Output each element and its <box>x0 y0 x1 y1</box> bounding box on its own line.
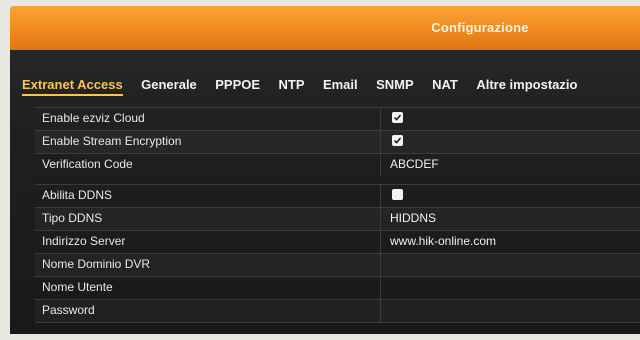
enable-ddns-checkbox[interactable] <box>392 189 403 200</box>
setting-row-enable-ddns: Abilita DDNS <box>35 184 640 207</box>
setting-row-verification-code: Verification Code ABCDEF <box>35 153 640 176</box>
ezviz-cloud-checkbox[interactable] <box>392 112 403 123</box>
checkmark-icon <box>393 137 402 144</box>
tab-snmp[interactable]: SNMP <box>376 77 414 94</box>
tab-bar: Extranet Access Generale PPPOE NTP Email… <box>22 76 591 96</box>
setting-label: Enable Stream Encryption <box>42 134 182 148</box>
server-address-input[interactable]: www.hik-online.com <box>390 234 496 248</box>
settings-panel: Enable ezviz Cloud Enable Stream Encrypt… <box>35 101 640 326</box>
tab-altre-impostazioni[interactable]: Altre impostazio <box>476 77 577 94</box>
ddns-type-select[interactable]: HIDDNS <box>390 211 436 225</box>
title-bar: Configurazione <box>10 6 640 50</box>
setting-label: Enable ezviz Cloud <box>42 111 145 125</box>
tab-email[interactable]: Email <box>323 77 358 94</box>
setting-row-server-address: Indirizzo Server www.hik-online.com <box>35 230 640 253</box>
setting-label: Nome Dominio DVR <box>42 257 151 271</box>
verification-code-input[interactable]: ABCDEF <box>390 157 439 171</box>
setting-row-username: Nome Utente <box>35 276 640 299</box>
checkmark-icon <box>393 114 402 121</box>
tab-generale[interactable]: Generale <box>141 77 197 94</box>
setting-row-password: Password <box>35 299 640 323</box>
setting-row-ezviz-cloud: Enable ezviz Cloud <box>35 107 640 130</box>
setting-label: Verification Code <box>42 157 133 171</box>
tab-pppoe[interactable]: PPPOE <box>215 77 260 94</box>
configuration-window: Configurazione Extranet Access Generale … <box>10 6 640 334</box>
setting-label: Password <box>42 303 95 317</box>
setting-row-ddns-type: Tipo DDNS HIDDNS <box>35 207 640 230</box>
setting-row-stream-encryption: Enable Stream Encryption <box>35 130 640 153</box>
setting-label: Abilita DDNS <box>42 188 113 202</box>
setting-label: Nome Utente <box>42 280 113 294</box>
tab-extranet-access[interactable]: Extranet Access <box>22 77 123 96</box>
setting-label: Indirizzo Server <box>42 234 126 248</box>
tab-ntp[interactable]: NTP <box>279 77 305 94</box>
setting-row-dvr-domain: Nome Dominio DVR <box>35 253 640 276</box>
window-title: Configurazione <box>431 20 529 35</box>
stream-encryption-checkbox[interactable] <box>392 135 403 146</box>
setting-label: Tipo DDNS <box>42 211 103 225</box>
tab-nat[interactable]: NAT <box>432 77 458 94</box>
